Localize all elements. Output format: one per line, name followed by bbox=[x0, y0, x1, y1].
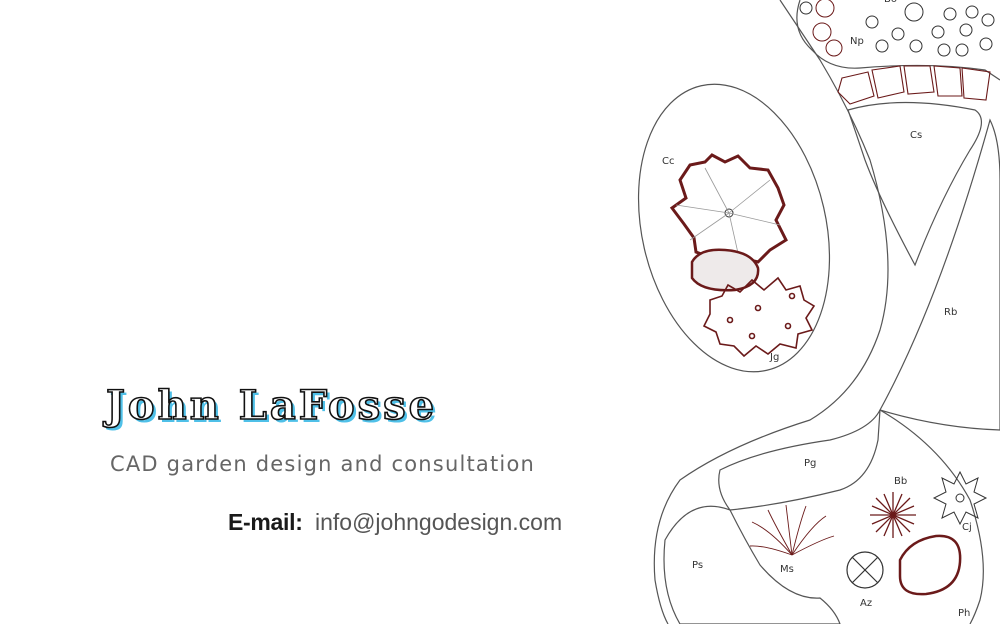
plan-label-pg: Pg bbox=[804, 458, 816, 469]
oval-bed bbox=[637, 83, 831, 373]
ps-bed bbox=[663, 505, 841, 624]
plan-label-cc: Cc bbox=[662, 156, 674, 167]
plan-label-bb: Bb bbox=[894, 476, 907, 487]
cs-bed bbox=[847, 101, 982, 267]
email-address: info@johngodesign.com bbox=[314, 509, 563, 535]
az-plant-symbol bbox=[846, 551, 884, 589]
business-card: Np Cs Cc Jg Rb Pg Bb Cj Ps Ms Az Ph Bo J… bbox=[0, 0, 1000, 624]
cj-star-shrub bbox=[932, 470, 988, 526]
email-label: E-mail: bbox=[228, 509, 303, 535]
plan-label-ms: Ms bbox=[780, 564, 794, 575]
rb-bed bbox=[879, 118, 1000, 431]
business-tagline: CAD garden design and consultation bbox=[110, 452, 536, 476]
plan-label-ph: Ph bbox=[958, 608, 970, 619]
plan-label-az: Az bbox=[860, 598, 872, 609]
email-contact: E-mail: info@johngodesign.com bbox=[228, 509, 562, 536]
plan-label-cj: Cj bbox=[962, 522, 972, 533]
plan-label-bo: Bo bbox=[884, 0, 897, 5]
plan-boundary-line bbox=[653, 0, 889, 624]
plan-label-cs: Cs bbox=[910, 130, 922, 141]
plan-label-np: Np bbox=[850, 36, 864, 47]
bb-starburst-plant bbox=[870, 492, 916, 538]
plan-label-jg: Jg bbox=[769, 352, 779, 363]
np-plant-group bbox=[799, 0, 995, 57]
plan-label-rb: Rb bbox=[944, 307, 957, 318]
plan-label-ps: Ps bbox=[692, 560, 703, 571]
paving-stones bbox=[837, 65, 991, 105]
ph-shrub-symbol bbox=[898, 534, 962, 596]
ms-grass-plant bbox=[749, 504, 835, 556]
pg-bed bbox=[718, 409, 881, 511]
designer-name: John LaFosse bbox=[105, 381, 438, 430]
